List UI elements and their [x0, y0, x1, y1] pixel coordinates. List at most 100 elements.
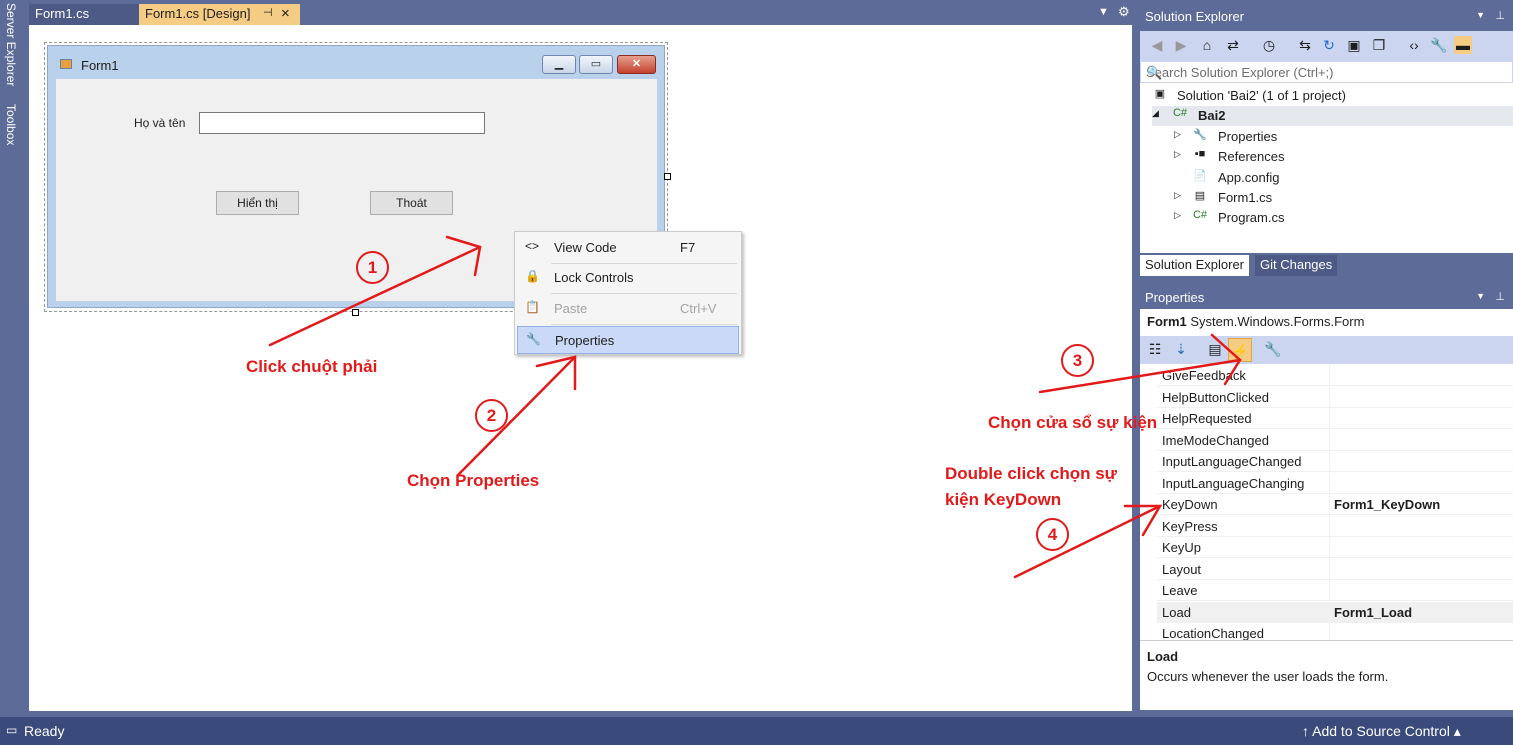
menu-item-properties[interactable]: 🔧 Properties: [517, 326, 739, 354]
solution-bottom-tabs: Solution Explorer Git Changes: [1140, 253, 1513, 276]
refresh-icon[interactable]: ↻: [1320, 36, 1338, 54]
status-bar: ▭ Ready ↑ Add to Source Control ▴: [0, 717, 1513, 745]
name-label[interactable]: Họ và tên: [134, 116, 185, 130]
pin-icon[interactable]: ⊣: [263, 6, 273, 19]
name-textbox[interactable]: [199, 112, 485, 134]
tree-label: Bai2: [1198, 108, 1226, 123]
property-row[interactable]: HelpRequested: [1157, 408, 1513, 429]
tab-form1-design[interactable]: Form1.cs [Design] ⊣ ×: [139, 4, 300, 25]
dropdown-icon[interactable]: ▼: [1476, 10, 1485, 20]
events-lightning-icon[interactable]: ⚡: [1228, 338, 1252, 362]
solution-search-input[interactable]: Search Solution Explorer (Ctrl+;) 🔍: [1140, 61, 1513, 83]
property-row[interactable]: GiveFeedback: [1157, 365, 1513, 386]
property-row[interactable]: KeyDown Form1_KeyDown: [1157, 494, 1513, 515]
resize-handle-right[interactable]: [664, 173, 671, 180]
minimize-button[interactable]: ▁: [542, 55, 576, 74]
close-icon[interactable]: ×: [281, 5, 290, 22]
tab-label: Form1.cs [Design]: [145, 6, 251, 21]
menu-separator: [551, 324, 737, 325]
csharp-project-icon: C#: [1172, 107, 1188, 119]
context-menu: <> View Code F7 🔒 Lock Controls 📋 Paste …: [514, 231, 742, 355]
alphabetical-icon[interactable]: ⇣: [1172, 340, 1190, 358]
maximize-button[interactable]: ▭: [579, 55, 613, 74]
server-explorer-tab[interactable]: Server Explorer: [4, 3, 18, 86]
menu-item-view-code[interactable]: <> View Code F7: [517, 234, 739, 262]
menu-item-lock-controls[interactable]: 🔒 Lock Controls: [517, 264, 739, 292]
forward-icon[interactable]: ▶: [1172, 36, 1190, 54]
property-value[interactable]: Form1_KeyDown: [1334, 497, 1440, 512]
property-name: Leave: [1162, 583, 1198, 598]
menu-shortcut: Ctrl+V: [680, 301, 717, 316]
step-4-badge: 4: [1036, 518, 1069, 551]
tab-solution-explorer[interactable]: Solution Explorer: [1140, 255, 1249, 276]
home-icon[interactable]: ⌂: [1198, 36, 1216, 54]
property-row[interactable]: Leave: [1157, 580, 1513, 601]
property-row[interactable]: Load Form1_Load: [1157, 601, 1513, 623]
properties-toolbar: ☷ ⇣ ▤ ⚡ 🔧: [1140, 336, 1513, 364]
add-to-source-control-button[interactable]: ↑ Add to Source Control ▴: [1302, 723, 1461, 740]
property-name: HelpButtonClicked: [1162, 389, 1269, 405]
csharp-file-icon: C#: [1192, 209, 1208, 221]
property-row[interactable]: InputLanguageChanging: [1157, 472, 1513, 494]
solution-icon: ▣: [1154, 88, 1166, 100]
code-icon[interactable]: ‹›: [1405, 36, 1423, 54]
tab-git-changes[interactable]: Git Changes: [1255, 255, 1338, 276]
collapse-all-icon[interactable]: ▣: [1345, 36, 1363, 54]
show-button[interactable]: Hiển thị: [216, 191, 299, 215]
wrench-icon[interactable]: 🔧: [1430, 36, 1448, 54]
pin-icon[interactable]: ⊥: [1495, 9, 1505, 22]
chevron-up-icon: ▴: [1449, 723, 1461, 739]
paste-icon: 📋: [525, 300, 540, 314]
solution-explorer-toolbar: ◀ ▶ ⌂ ⇄ ◷ ⇆ ↻ ▣ ❐ ‹› 🔧 ▬: [1140, 31, 1513, 61]
pin-icon[interactable]: ⊥: [1495, 290, 1505, 303]
property-row[interactable]: Layout: [1157, 558, 1513, 580]
back-icon[interactable]: ◀: [1148, 36, 1166, 54]
collapsed-icon[interactable]: ▷: [1174, 210, 1181, 221]
property-row[interactable]: ImeModeChanged: [1157, 429, 1513, 451]
tree-label: Solution 'Bai2' (1 of 1 project): [1177, 88, 1346, 103]
sync-icon[interactable]: ⇆: [1296, 36, 1314, 54]
form-title-bar[interactable]: Form1 ▁ ▭ ✕: [48, 46, 664, 80]
exit-button[interactable]: Thoát: [370, 191, 453, 215]
collapsed-icon[interactable]: ▷: [1174, 149, 1181, 160]
menu-separator: [551, 293, 737, 294]
tab-dropdown-icon[interactable]: ▼: [1098, 6, 1109, 18]
step-4-text-line2: kiện KeyDown: [945, 490, 1062, 509]
solution-explorer-header[interactable]: Solution Explorer ▼ ⊥: [1140, 4, 1513, 27]
column-divider: [1329, 429, 1330, 451]
property-row[interactable]: InputLanguageChanged: [1157, 451, 1513, 472]
wrench-icon: 🔧: [526, 332, 541, 346]
property-pages-icon[interactable]: 🔧: [1264, 340, 1282, 358]
tree-node-project[interactable]: ◢ C# Bai2: [1152, 106, 1513, 126]
property-row[interactable]: LocationChanged: [1157, 623, 1513, 640]
switch-views-icon[interactable]: ⇄: [1224, 36, 1242, 54]
property-row[interactable]: KeyPress: [1157, 515, 1513, 537]
close-button[interactable]: ✕: [617, 55, 656, 74]
collapsed-icon[interactable]: ▷: [1174, 129, 1181, 140]
form-caption: Form1: [81, 58, 119, 73]
copy-icon[interactable]: ❐: [1370, 36, 1388, 54]
properties-view-icon[interactable]: ▤: [1206, 340, 1224, 358]
pending-changes-icon[interactable]: ◷: [1260, 36, 1278, 54]
dropdown-icon[interactable]: ▼: [1476, 291, 1485, 301]
collapsed-icon[interactable]: ▷: [1174, 190, 1181, 201]
status-icon: ▭: [6, 723, 18, 737]
gear-icon[interactable]: ⚙: [1118, 4, 1130, 20]
categorized-icon[interactable]: ☷: [1146, 340, 1164, 358]
properties-header[interactable]: Properties ▼ ⊥: [1140, 285, 1513, 308]
menu-item-paste[interactable]: 📋 Paste Ctrl+V: [517, 295, 739, 323]
expanded-icon[interactable]: ◢: [1152, 108, 1159, 119]
resize-handle-bottom[interactable]: [352, 309, 359, 316]
tab-form1-cs[interactable]: Form1.cs: [29, 4, 139, 25]
preview-icon[interactable]: ▬: [1454, 36, 1472, 54]
property-row[interactable]: HelpButtonClicked: [1157, 386, 1513, 408]
property-name: HelpRequested: [1162, 411, 1252, 426]
config-file-icon: 📄: [1193, 170, 1207, 182]
property-value[interactable]: Form1_Load: [1334, 605, 1412, 620]
properties-object-selector[interactable]: Form1 System.Windows.Forms.Form: [1140, 309, 1513, 336]
column-divider: [1329, 580, 1330, 601]
property-row[interactable]: KeyUp: [1157, 537, 1513, 558]
property-name: Layout: [1162, 561, 1202, 577]
toolbox-tab[interactable]: Toolbox: [4, 104, 18, 145]
column-divider: [1329, 515, 1330, 537]
